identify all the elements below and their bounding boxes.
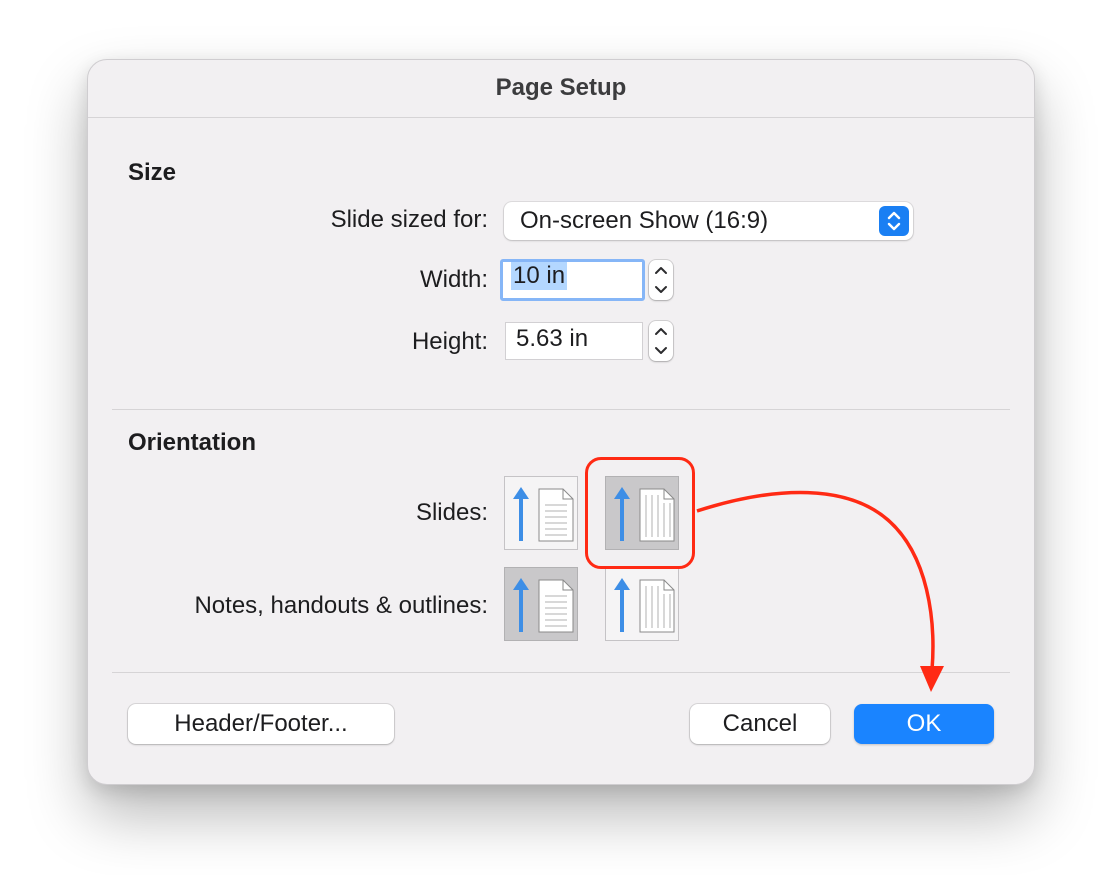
notes-landscape-button[interactable] xyxy=(605,567,679,641)
width-value: 10 in xyxy=(511,262,568,290)
section-divider xyxy=(112,409,1010,410)
portrait-orientation-icon xyxy=(513,578,574,633)
height-value: 5.63 in xyxy=(516,325,589,352)
stepper-up-icon[interactable] xyxy=(649,321,673,341)
slide-sized-for-select[interactable]: On-screen Show (16:9) xyxy=(504,202,913,240)
width-label: Width: xyxy=(419,266,488,293)
height-field[interactable]: 5.63 in xyxy=(505,322,643,360)
width-stepper[interactable] xyxy=(649,260,673,300)
ok-button[interactable]: OK xyxy=(854,704,994,744)
stepper-down-icon[interactable] xyxy=(649,280,673,300)
height-stepper[interactable] xyxy=(649,321,673,361)
height-label: Height: xyxy=(411,328,488,355)
slides-portrait-button[interactable] xyxy=(504,476,578,550)
cancel-button[interactable]: Cancel xyxy=(690,704,830,744)
slide-sized-for-value: On-screen Show (16:9) xyxy=(520,207,769,234)
stepper-down-icon[interactable] xyxy=(649,341,673,361)
slides-label: Slides: xyxy=(415,499,488,526)
width-field[interactable]: 10 in xyxy=(500,259,645,301)
orientation-heading: Orientation xyxy=(128,429,257,456)
notes-portrait-button[interactable] xyxy=(504,567,578,641)
dialog-title: Page Setup xyxy=(88,60,1034,118)
chevron-updown-icon xyxy=(879,206,909,236)
portrait-orientation-icon xyxy=(513,487,574,542)
annotation-arrow-icon xyxy=(696,490,944,692)
annotation-highlight-box xyxy=(585,457,695,569)
landscape-orientation-icon xyxy=(614,578,675,633)
section-divider xyxy=(112,672,1010,673)
notes-handouts-outlines-label: Notes, handouts & outlines: xyxy=(194,592,488,619)
slide-sized-for-label: Slide sized for: xyxy=(330,206,488,233)
page-setup-dialog: Page Setup Size Slide sized for: On-scre… xyxy=(87,59,1035,785)
header-footer-button[interactable]: Header/Footer... xyxy=(128,704,394,744)
size-heading: Size xyxy=(128,159,177,186)
stepper-up-icon[interactable] xyxy=(649,260,673,280)
